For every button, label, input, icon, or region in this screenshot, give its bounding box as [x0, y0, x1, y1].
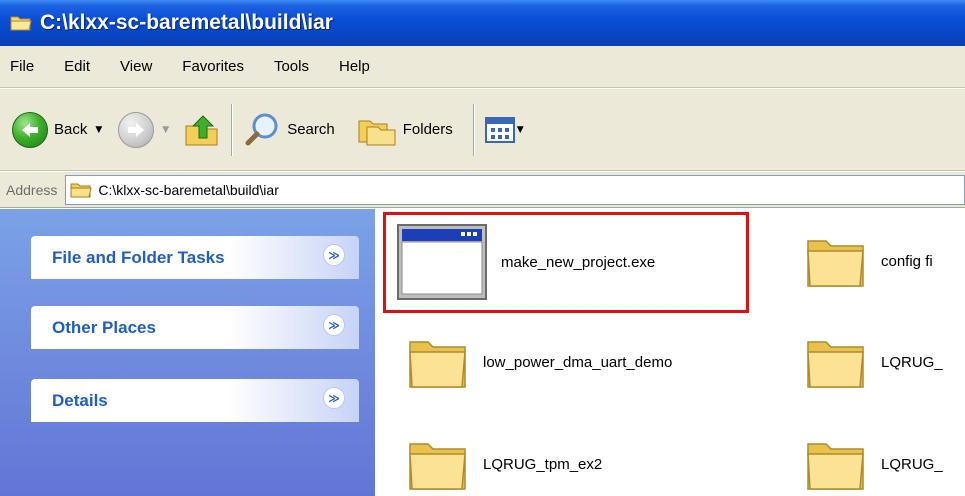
folder-icon	[409, 341, 466, 388]
menu-favorites[interactable]: Favorites	[180, 56, 246, 77]
search-button[interactable]: Search	[239, 107, 339, 153]
back-arrow-icon	[12, 111, 48, 148]
expand-chevron-icon[interactable]: ≫	[323, 314, 345, 336]
menu-edit[interactable]: Edit	[62, 56, 92, 77]
back-label: Back	[54, 121, 88, 138]
file-name: config fi	[881, 252, 933, 270]
back-button[interactable]: Back ▼	[8, 107, 106, 153]
forward-dropdown-icon[interactable]: ▼	[162, 125, 169, 135]
up-folder-button[interactable]	[179, 107, 225, 153]
folder-icon	[807, 443, 864, 490]
folder-icon	[70, 183, 92, 197]
highlight-box	[383, 212, 749, 313]
menu-tools[interactable]: Tools	[272, 56, 311, 77]
task-pane: File and Folder Tasks ≫ Other Places ≫ D…	[0, 209, 375, 496]
task-group-title: File and Folder Tasks	[52, 247, 225, 267]
menu-file[interactable]: File	[8, 56, 36, 77]
forward-button[interactable]: ▼	[114, 107, 173, 153]
toolbar: Back ▼ ▼ Search Folders ▼	[0, 89, 965, 171]
file-item-lqrug-1[interactable]: LQRUG_	[805, 334, 943, 390]
back-dropdown-icon[interactable]: ▼	[95, 125, 102, 135]
toolbar-separator	[231, 103, 234, 156]
folders-button[interactable]: Folders	[353, 107, 457, 153]
address-input[interactable]: C:\klxx-sc-baremetal\build\iar	[65, 174, 965, 205]
address-value: C:\klxx-sc-baremetal\build\iar	[98, 181, 279, 198]
expand-chevron-icon[interactable]: ≫	[323, 244, 345, 266]
menu-bar: File Edit View Favorites Tools Help	[0, 46, 965, 88]
file-name: LQRUG_tpm_ex2	[483, 455, 603, 473]
menu-view[interactable]: View	[118, 56, 154, 77]
task-group-title: Other Places	[52, 317, 156, 337]
folders-icon	[358, 120, 396, 145]
file-item-config[interactable]: config fi	[805, 233, 933, 289]
file-item-lqrug-2[interactable]: LQRUG_	[805, 436, 943, 492]
file-name: LQRUG_	[881, 353, 943, 371]
up-folder-icon	[185, 114, 218, 145]
task-group-file-and-folder-tasks[interactable]: File and Folder Tasks ≫	[31, 236, 359, 279]
search-label: Search	[287, 121, 335, 138]
expand-chevron-icon[interactable]: ≫	[323, 387, 345, 409]
file-name: LQRUG_	[881, 455, 943, 473]
forward-arrow-icon	[118, 111, 155, 148]
folder-icon	[409, 443, 466, 490]
file-item-low-power-dma-uart-demo[interactable]: low_power_dma_uart_demo	[407, 334, 672, 390]
toolbar-separator	[472, 103, 475, 156]
task-group-details[interactable]: Details ≫	[31, 379, 359, 422]
menu-help[interactable]: Help	[337, 56, 372, 77]
address-bar: Address C:\klxx-sc-baremetal\build\iar	[0, 172, 965, 208]
views-dropdown-icon[interactable]: ▼	[517, 125, 524, 135]
address-label: Address	[6, 181, 58, 198]
folders-label: Folders	[402, 121, 453, 138]
search-icon	[245, 113, 278, 145]
task-group-other-places[interactable]: Other Places ≫	[31, 306, 359, 349]
folder-icon	[807, 240, 864, 287]
views-icon	[484, 116, 515, 143]
file-item-lqrug-tpm-ex2[interactable]: LQRUG_tpm_ex2	[407, 436, 602, 492]
window-title: C:\klxx-sc-baremetal\build\iar	[40, 11, 333, 34]
folder-icon	[807, 341, 864, 388]
views-button[interactable]: ▼	[481, 107, 528, 153]
folder-icon	[10, 14, 32, 32]
file-name: low_power_dma_uart_demo	[483, 353, 673, 371]
title-bar[interactable]: C:\klxx-sc-baremetal\build\iar	[0, 0, 965, 46]
task-group-title: Details	[52, 390, 108, 410]
